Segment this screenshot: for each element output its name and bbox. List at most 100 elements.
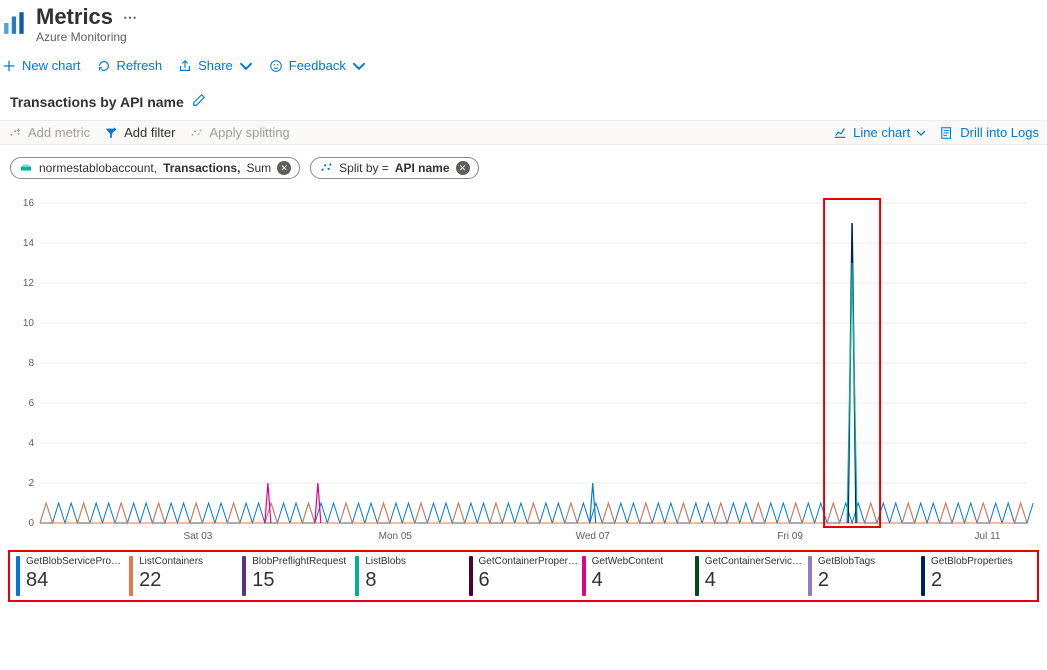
add-metric-label: Add metric [28, 125, 90, 140]
svg-text:Sat 03: Sat 03 [183, 531, 212, 542]
legend-series-name: GetWebContent [592, 556, 664, 567]
legend-swatch [808, 556, 812, 596]
feedback-label: Feedback [289, 58, 346, 73]
share-label: Share [198, 58, 233, 73]
refresh-icon [97, 59, 111, 73]
legend-item[interactable]: GetContainerProperties 6 [469, 556, 579, 596]
legend-swatch [129, 556, 133, 596]
chart-title: Transactions by API name [10, 94, 184, 110]
legend-series-name: GetBlobProperties [931, 556, 1013, 567]
split-prefix-label: Split by = [339, 161, 389, 175]
command-bar: New chart Refresh Share Feedback [0, 46, 1047, 85]
chart-title-row: Transactions by API name [0, 85, 1047, 120]
legend-swatch [16, 556, 20, 596]
legend-series-value: 2 [931, 569, 1013, 592]
more-icon[interactable]: ⋯ [123, 9, 137, 26]
legend-swatch [355, 556, 359, 596]
legend-series-value: 8 [365, 569, 406, 592]
legend-series-value: 4 [592, 569, 664, 592]
page-header: Metrics ⋯ Azure Monitoring [0, 0, 1047, 46]
svg-text:10: 10 [23, 318, 35, 329]
legend-series-value: 15 [252, 569, 346, 592]
legend-item[interactable]: ListBlobs 8 [355, 556, 465, 596]
chevron-down-icon [239, 59, 253, 73]
add-metric-button[interactable]: Add metric [8, 125, 90, 140]
svg-text:Mon 05: Mon 05 [379, 531, 413, 542]
legend-series-value: 84 [26, 569, 126, 592]
line-chart-label: Line chart [853, 125, 910, 140]
filter-icon [104, 126, 118, 140]
share-icon [178, 59, 192, 73]
feedback-button[interactable]: Feedback [269, 58, 366, 73]
svg-text:4: 4 [28, 438, 34, 449]
legend-item[interactable]: GetBlobTags2 [808, 556, 918, 596]
split-icon [189, 126, 203, 140]
close-icon[interactable]: ✕ [277, 161, 291, 175]
apply-splitting-button[interactable]: Apply splitting [189, 125, 289, 140]
legend-item[interactable]: GetBlobProperties 2 [921, 556, 1031, 596]
new-chart-button[interactable]: New chart [2, 58, 81, 73]
line-chart[interactable]: 0246810121416Sat 03Mon 05Wed 07Fri 09Jul… [10, 193, 1037, 543]
legend-item[interactable]: GetWebContent 4 [582, 556, 692, 596]
share-button[interactable]: Share [178, 58, 253, 73]
split-value-label: API name [395, 161, 450, 175]
legend-series-name: BlobPreflightRequest [252, 556, 346, 567]
metrics-icon [2, 10, 28, 36]
metric-name-label: Transactions, [163, 161, 240, 175]
refresh-button[interactable]: Refresh [97, 58, 163, 73]
chart-legend: GetBlobServiceProper...84ListContainers2… [8, 550, 1039, 602]
metric-scope-label: normestablobaccount, [39, 161, 157, 175]
split-pill[interactable]: Split by = API name ✕ [310, 157, 478, 179]
page-title: Metrics [36, 4, 113, 30]
chart-area: 0246810121416Sat 03Mon 05Wed 07Fri 09Jul… [0, 185, 1047, 546]
legend-swatch [582, 556, 586, 596]
legend-item[interactable]: GetBlobServiceProper... 84 [16, 556, 126, 596]
legend-series-name: GetBlobServiceProper... [26, 556, 126, 567]
legend-series-value: 22 [139, 569, 203, 592]
logs-icon [940, 126, 954, 140]
svg-text:14: 14 [23, 238, 35, 249]
drill-logs-label: Drill into Logs [960, 125, 1039, 140]
apply-splitting-label: Apply splitting [209, 125, 289, 140]
svg-text:0: 0 [28, 518, 34, 529]
legend-series-name: GetContainerProperties [479, 556, 579, 567]
line-chart-dropdown[interactable]: Line chart [833, 125, 926, 140]
legend-swatch [695, 556, 699, 596]
new-chart-label: New chart [22, 58, 81, 73]
plus-icon [2, 59, 16, 73]
legend-item[interactable]: BlobPreflightRequest 15 [242, 556, 352, 596]
legend-item[interactable]: ListContainers 22 [129, 556, 239, 596]
svg-text:12: 12 [23, 278, 35, 289]
page-subtitle: Azure Monitoring [36, 30, 137, 44]
legend-series-name: ListContainers [139, 556, 203, 567]
legend-item[interactable]: GetContainerServiceM... 4 [695, 556, 805, 596]
legend-series-name: GetContainerServiceM... [705, 556, 805, 567]
drill-logs-button[interactable]: Drill into Logs [940, 125, 1039, 140]
legend-series-name: GetBlobTags [818, 556, 875, 567]
svg-text:8: 8 [28, 358, 34, 369]
legend-series-value: 4 [705, 569, 805, 592]
legend-swatch [469, 556, 473, 596]
legend-series-name: ListBlobs [365, 556, 406, 567]
svg-text:Fri 09: Fri 09 [777, 531, 803, 542]
pencil-icon[interactable] [192, 93, 206, 110]
add-filter-button[interactable]: Add filter [104, 125, 175, 140]
refresh-label: Refresh [117, 58, 163, 73]
legend-swatch [921, 556, 925, 596]
svg-text:2: 2 [28, 478, 34, 489]
chevron-down-icon [352, 59, 366, 73]
add-filter-label: Add filter [124, 125, 175, 140]
smile-icon [269, 59, 283, 73]
split-icon [319, 161, 333, 175]
legend-series-value: 6 [479, 569, 579, 592]
svg-text:16: 16 [23, 198, 35, 209]
metric-pill[interactable]: normestablobaccount, Transactions, Sum ✕ [10, 157, 300, 179]
resource-icon [19, 161, 33, 175]
metric-agg-label: Sum [246, 161, 271, 175]
svg-text:6: 6 [28, 398, 34, 409]
line-chart-icon [833, 126, 847, 140]
chart-toolbar: Add metric Add filter Apply splitting Li… [0, 120, 1047, 145]
svg-text:Jul 11: Jul 11 [975, 531, 1001, 542]
close-icon[interactable]: ✕ [456, 161, 470, 175]
legend-swatch [242, 556, 246, 596]
